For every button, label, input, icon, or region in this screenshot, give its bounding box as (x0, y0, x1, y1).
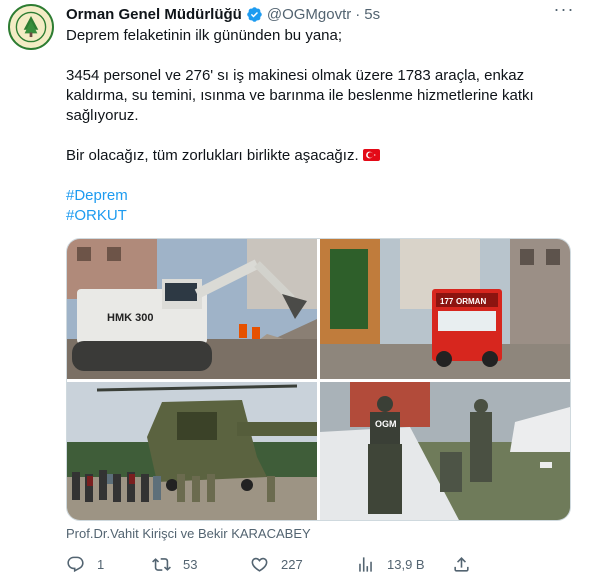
retweet-button[interactable]: 53 (152, 552, 197, 576)
truck-number: 177 (440, 297, 454, 306)
author-name[interactable]: Orman Genel Müdürlüğü (66, 6, 242, 23)
retweet-icon (152, 557, 171, 571)
verified-badge-icon (247, 6, 262, 22)
heart-icon (251, 557, 268, 572)
media-grid: HMK 300 177 ORMAN OGM (66, 238, 571, 521)
tweet-line-2: 3454 personel ve 276' sı iş makinesi olm… (66, 67, 534, 124)
photo-excavator[interactable]: HMK 300 (67, 239, 317, 379)
like-count: 227 (281, 556, 303, 572)
views-button[interactable]: 13,9 B (356, 552, 425, 576)
photo-helicopter[interactable] (67, 382, 317, 520)
hashtag-orkut[interactable]: #ORKUT (66, 206, 566, 226)
author-handle[interactable]: @OGMgovtr (267, 6, 351, 23)
tagged-people[interactable]: Prof.Dr.Vahit Kirişci ve Bekir KARACABEY (66, 526, 311, 541)
photo-tent-setup[interactable]: OGM (320, 382, 570, 520)
tweet-line-1: Deprem felaketinin ilk gününden bu yana; (66, 27, 343, 44)
reply-button[interactable]: 1 (66, 552, 104, 576)
tweet-header: Orman Genel Müdürlüğü @OGMgovtr · 5s (66, 3, 380, 25)
tweet-line-3-text: Bir olacağız, tüm zorlukları birlikte aş… (66, 147, 359, 164)
share-button[interactable] (452, 552, 483, 576)
like-button[interactable]: 227 (250, 552, 303, 576)
hashtag-deprem[interactable]: #Deprem (66, 186, 566, 206)
excavator-label: HMK 300 (107, 312, 153, 324)
ogm-logo (10, 6, 52, 48)
views-icon (359, 556, 372, 572)
more-icon[interactable]: ··· (551, 0, 577, 24)
tweet-time[interactable]: 5s (364, 6, 380, 23)
separator-dot: · (355, 5, 361, 23)
share-icon (454, 556, 469, 572)
turkey-flag-icon (362, 149, 380, 161)
views-count: 13,9 B (387, 556, 425, 572)
avatar[interactable] (8, 4, 54, 50)
reply-icon (67, 556, 84, 572)
truck-label: ORMAN (456, 297, 486, 306)
tweet-text: Deprem felaketinin ilk gününden bu yana;… (66, 26, 566, 226)
reply-count: 1 (97, 556, 105, 572)
retweet-count: 53 (183, 556, 198, 572)
photo-fire-truck[interactable]: 177 ORMAN (320, 239, 570, 379)
tweet-line-3: Bir olacağız, tüm zorlukları birlikte aş… (66, 146, 566, 166)
tent-label: OGM (375, 419, 397, 429)
action-bar: 1 53 227 13,9 B (66, 552, 571, 576)
